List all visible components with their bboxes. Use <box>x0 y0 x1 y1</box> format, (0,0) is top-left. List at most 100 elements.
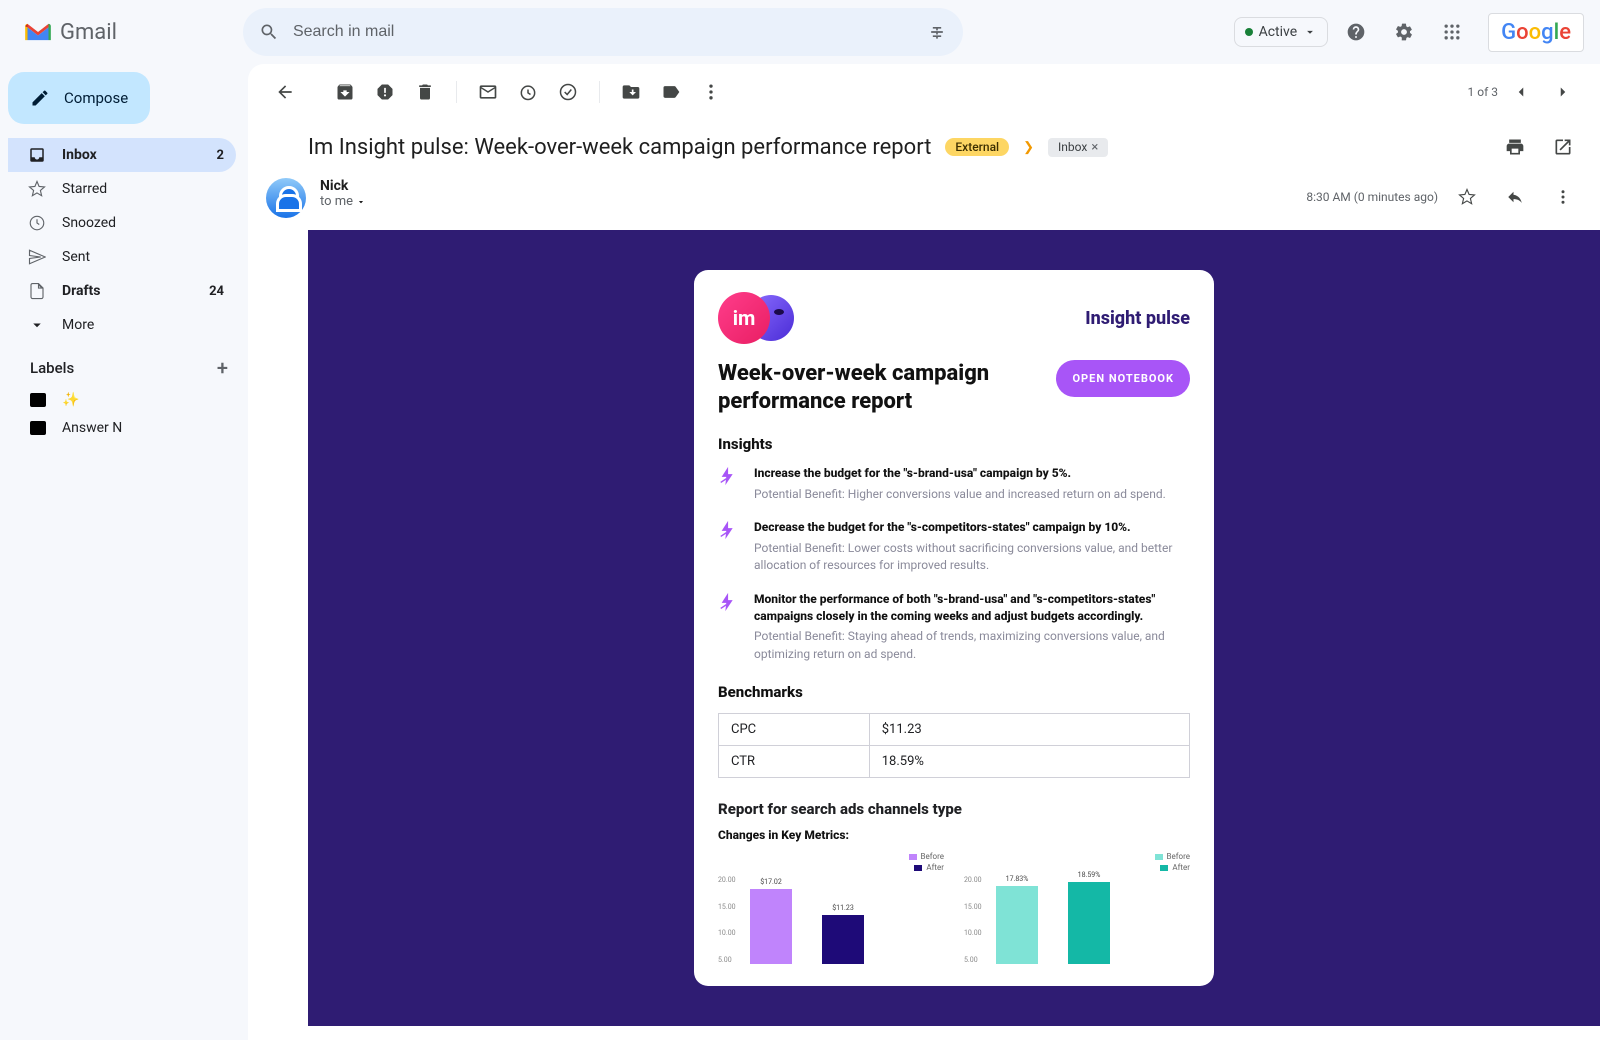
table-row: CPC$11.23 <box>719 714 1190 746</box>
compose-button[interactable]: Compose <box>8 72 150 124</box>
search-options-icon[interactable] <box>927 22 947 42</box>
snooze-button[interactable] <box>509 73 547 111</box>
sidebar: Compose Inbox 2 Starred Snoozed Sent Dra… <box>0 64 248 1040</box>
label-icon <box>30 393 46 407</box>
brand-logo: im <box>718 292 794 344</box>
status-label: Active <box>1259 24 1298 40</box>
sidebar-item-starred[interactable]: Starred <box>8 172 236 206</box>
benchmarks-header: Benchmarks <box>718 683 1190 701</box>
sender-name: Nick <box>320 178 366 194</box>
bolt-icon <box>718 465 740 487</box>
star-icon <box>28 180 46 198</box>
recipient-dropdown[interactable]: to me <box>320 194 366 209</box>
clock-icon <box>28 214 46 232</box>
insight-title: Increase the budget for the "s-brand-usa… <box>754 465 1166 482</box>
subject-row: Im Insight pulse: Week-over-week campaig… <box>248 120 1600 178</box>
report-title: Week-over-week campaign performance repo… <box>718 360 1040 415</box>
email-body: im Insight pulse Week-over-week campaign… <box>308 230 1600 1026</box>
draft-icon <box>28 282 46 300</box>
inbox-chip[interactable]: Inbox × <box>1048 138 1108 157</box>
sender-row: Nick to me 8:30 AM (0 minutes ago) <box>248 178 1600 230</box>
sidebar-item-label: Sent <box>62 249 90 265</box>
bolt-icon <box>718 519 740 541</box>
chevron-down-icon <box>28 316 46 334</box>
insight-subtitle: Potential Benefit: Staying ahead of tren… <box>754 628 1190 663</box>
delete-button[interactable] <box>406 73 444 111</box>
older-button[interactable] <box>1502 73 1540 111</box>
support-icon[interactable] <box>1336 12 1376 52</box>
back-button[interactable] <box>266 73 304 111</box>
more-button[interactable] <box>692 73 730 111</box>
y-axis: 20.00 15.00 10.00 5.00 <box>964 876 982 964</box>
more-actions-button[interactable] <box>1544 178 1582 216</box>
open-notebook-button[interactable]: OPEN NOTEBOOK <box>1056 360 1190 397</box>
sender-avatar[interactable] <box>266 178 306 218</box>
pagination-label: 1 of 3 <box>1468 85 1498 99</box>
table-row: CTR18.59% <box>719 746 1190 778</box>
sidebar-item-label: Drafts <box>62 283 100 299</box>
charts-row: Before After 20.00 15.00 10.00 5.00 <box>718 852 1190 964</box>
status-chip[interactable]: Active <box>1234 17 1329 47</box>
sidebar-item-count: 2 <box>217 148 224 163</box>
metrics-label: Changes in Key Metrics: <box>718 828 1190 842</box>
message-toolbar: 1 of 3 <box>248 64 1600 120</box>
move-to-button[interactable] <box>612 73 650 111</box>
report-spam-button[interactable] <box>366 73 404 111</box>
chart-ctr: Before After 20.00 15.00 10.00 5.00 <box>964 852 1190 964</box>
app-name: Gmail <box>60 20 117 45</box>
mark-unread-button[interactable] <box>469 73 507 111</box>
insight-title: Monitor the performance of both "s-brand… <box>754 591 1190 625</box>
popout-button[interactable] <box>1544 128 1582 166</box>
inbox-icon <box>28 146 46 164</box>
add-task-button[interactable] <box>549 73 587 111</box>
reply-button[interactable] <box>1496 178 1534 216</box>
bar-before: $17.02 <box>750 889 792 964</box>
sidebar-item-label: Inbox <box>62 147 97 163</box>
sidebar-item-more[interactable]: More <box>8 308 236 342</box>
send-icon <box>28 248 46 266</box>
search-icon[interactable] <box>259 22 279 42</box>
benchmarks-table: CPC$11.23 CTR18.59% <box>718 713 1190 778</box>
insight-subtitle: Potential Benefit: Lower costs without s… <box>754 540 1190 575</box>
status-dot-icon <box>1245 28 1253 36</box>
google-account[interactable]: Google <box>1488 13 1584 52</box>
star-button[interactable] <box>1448 178 1486 216</box>
channel-header: Report for search ads channels type <box>718 800 1190 818</box>
label-text: Answer N <box>62 420 122 436</box>
add-label-button[interactable]: + <box>217 356 228 380</box>
labels-button[interactable] <box>652 73 690 111</box>
insight-item: Monitor the performance of both "s-brand… <box>718 591 1190 663</box>
search-input[interactable] <box>293 23 913 41</box>
archive-button[interactable] <box>326 73 364 111</box>
bolt-icon <box>718 591 740 613</box>
gmail-logo[interactable]: Gmail <box>24 20 117 45</box>
apps-icon[interactable] <box>1432 12 1472 52</box>
insight-title: Decrease the budget for the "s-competito… <box>754 519 1190 536</box>
sidebar-item-drafts[interactable]: Drafts 24 <box>8 274 236 308</box>
gmail-icon <box>24 21 52 43</box>
sidebar-item-inbox[interactable]: Inbox 2 <box>8 138 236 172</box>
label-icon <box>30 421 46 435</box>
chevron-down-icon <box>1303 25 1317 39</box>
chart-cpc: Before After 20.00 15.00 10.00 5.00 <box>718 852 944 964</box>
label-item[interactable]: ✨ <box>8 386 248 414</box>
sidebar-item-count: 24 <box>209 284 224 299</box>
sidebar-item-label: Starred <box>62 181 107 197</box>
labels-header: Labels + <box>8 342 248 386</box>
bar-before: 17.83% <box>996 886 1038 964</box>
pulse-title: Insight pulse <box>1085 308 1190 329</box>
email-subject: Im Insight pulse: Week-over-week campaig… <box>308 135 931 160</box>
print-button[interactable] <box>1496 128 1534 166</box>
chevron-down-icon <box>356 197 366 207</box>
search-bar[interactable] <box>243 8 963 56</box>
settings-icon[interactable] <box>1384 12 1424 52</box>
label-item[interactable]: Answer N <box>8 414 248 442</box>
app-header: Gmail Active Google <box>0 0 1600 64</box>
label-text: ✨ <box>62 392 79 408</box>
sidebar-item-snoozed[interactable]: Snoozed <box>8 206 236 240</box>
newer-button[interactable] <box>1544 73 1582 111</box>
external-chip: External <box>945 138 1009 156</box>
sidebar-item-sent[interactable]: Sent <box>8 240 236 274</box>
remove-label-icon: × <box>1091 140 1098 155</box>
insight-item: Decrease the budget for the "s-competito… <box>718 519 1190 575</box>
